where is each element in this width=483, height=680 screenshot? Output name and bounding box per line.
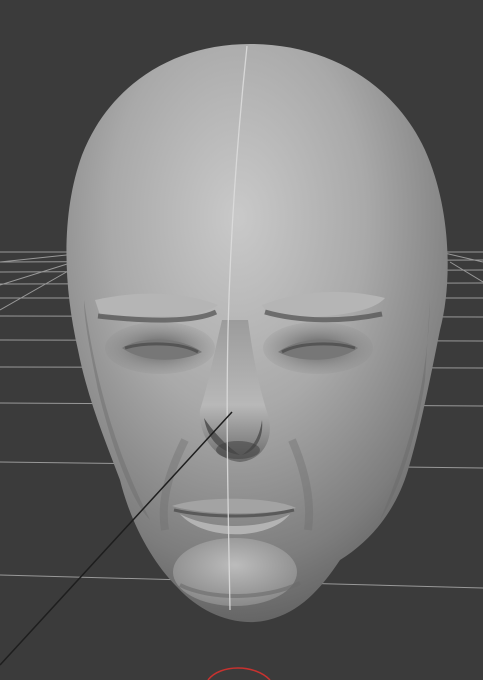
transform-gizmo — [207, 667, 271, 680]
3d-viewport[interactable] — [0, 0, 483, 680]
viewport-canvas[interactable] — [0, 0, 483, 680]
